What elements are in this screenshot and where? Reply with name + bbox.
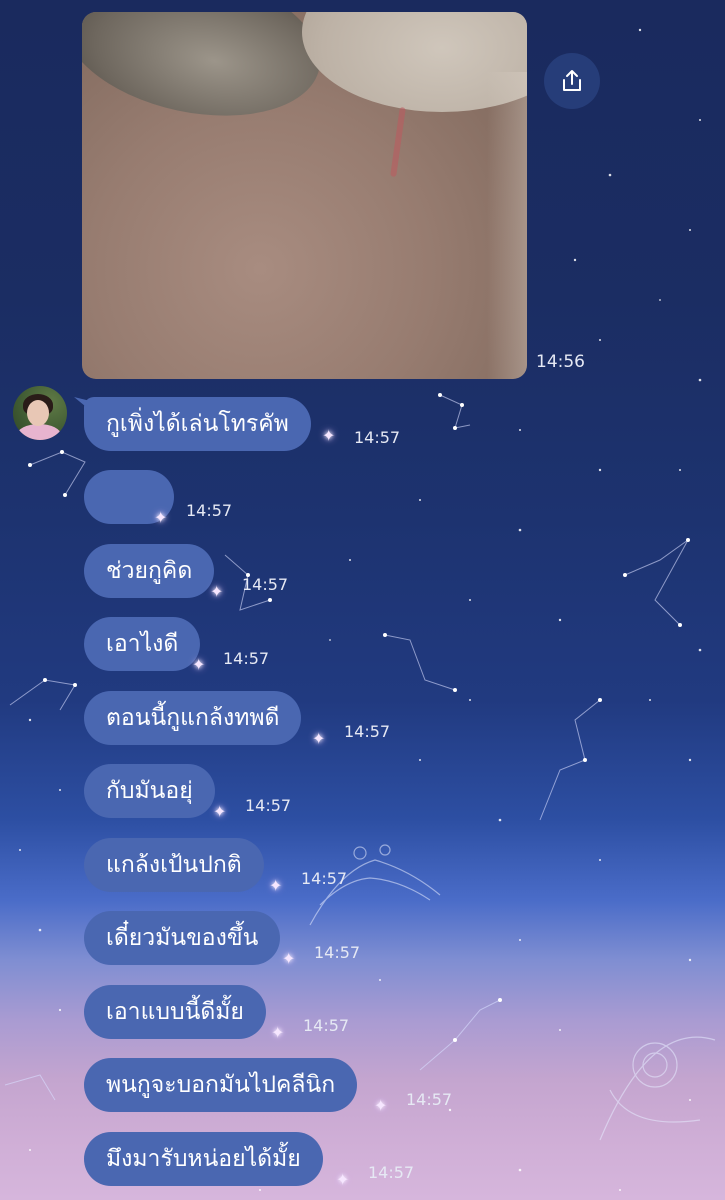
sparkle-icon: ✦ <box>322 426 336 445</box>
sparkle-icon: ✦ <box>154 508 168 527</box>
message-bubble[interactable]: เดี๋ยวมันของขึ้น <box>84 911 281 965</box>
sparkle-icon: ✦ <box>192 655 206 674</box>
photo-timestamp: 14:56 <box>536 352 585 372</box>
message-time: 14:57 <box>354 428 401 447</box>
sparkle-icon: ✦ <box>269 876 283 895</box>
message-bubble[interactable]: ตอนนี้กูแกล้งทพดี <box>84 691 302 745</box>
message-bubble[interactable]: แกล้งเป้นปกติ <box>84 838 264 892</box>
message-time: 14:57 <box>245 796 292 815</box>
photo-scratch-mark <box>390 106 406 178</box>
sparkle-icon: ✦ <box>210 582 224 601</box>
message-bubble[interactable]: ช่วยกูคิด <box>84 544 215 598</box>
sparkle-icon: ✦ <box>374 1096 388 1115</box>
message-bubble[interactable]: เอาไงดี <box>84 617 201 671</box>
message-bubble[interactable]: มึงมารับหน่อยได้มั้ย <box>84 1132 323 1186</box>
message-time: 14:57 <box>303 1016 350 1035</box>
message-time: 14:57 <box>344 722 391 741</box>
avatar[interactable] <box>13 386 67 440</box>
share-button[interactable] <box>544 53 600 109</box>
message-time: 14:57 <box>314 943 361 962</box>
photo-edge-light <box>487 72 527 379</box>
message-time: 14:57 <box>301 869 348 888</box>
message-time: 14:57 <box>186 501 233 520</box>
message-bubble[interactable]: กูเพิ่งได้เล่นโทรคัพ <box>84 397 311 451</box>
message-bubble[interactable]: เอาแบบนี้ดีมั้ย <box>84 985 266 1039</box>
sparkle-icon: ✦ <box>312 729 326 748</box>
sparkle-icon: ✦ <box>213 802 227 821</box>
sparkle-icon: ✦ <box>336 1170 350 1189</box>
message-time: 14:57 <box>223 649 270 668</box>
sparkle-icon: ✦ <box>271 1023 285 1042</box>
message-time: 14:57 <box>406 1090 453 1109</box>
avatar-face <box>27 400 49 426</box>
message-time: 14:57 <box>242 575 289 594</box>
avatar-shirt <box>17 424 61 440</box>
sparkle-icon: ✦ <box>282 949 296 968</box>
message-bubble[interactable]: กับมันอยุ่ <box>84 764 215 818</box>
shared-photo[interactable] <box>82 12 527 379</box>
share-upload-icon <box>563 70 581 91</box>
message-bubble[interactable]: พนกูจะบอกมันไปคลีนิก <box>84 1058 358 1112</box>
message-time: 14:57 <box>368 1163 415 1182</box>
photo-fabric <box>82 12 334 138</box>
